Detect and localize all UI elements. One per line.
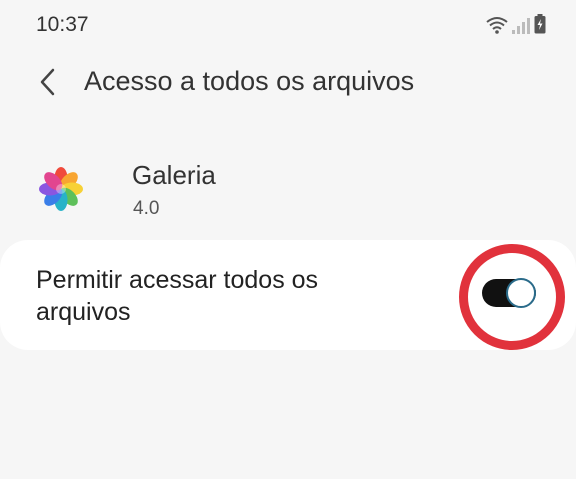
status-bar: 10:37	[0, 0, 576, 52]
app-name: Galeria	[132, 160, 216, 190]
chevron-left-icon	[40, 68, 55, 96]
status-icons	[486, 14, 546, 34]
signal-icon	[512, 18, 530, 34]
status-time: 10:37	[36, 13, 89, 36]
permission-toggle[interactable]	[482, 278, 536, 308]
toggle-thumb	[506, 278, 536, 308]
app-bar: Acesso a todos os arquivos	[0, 52, 576, 112]
back-button[interactable]	[28, 62, 68, 102]
battery-charging-icon	[534, 14, 546, 34]
permission-label: Permitir acessar todos os arquivos	[36, 266, 319, 326]
gallery-flower-icon	[39, 167, 83, 211]
wifi-icon	[486, 17, 508, 34]
app-version: 4.0	[133, 198, 160, 219]
app-info: Galeria 4.0	[0, 150, 576, 230]
page-title: Acesso a todos os arquivos	[84, 66, 415, 96]
